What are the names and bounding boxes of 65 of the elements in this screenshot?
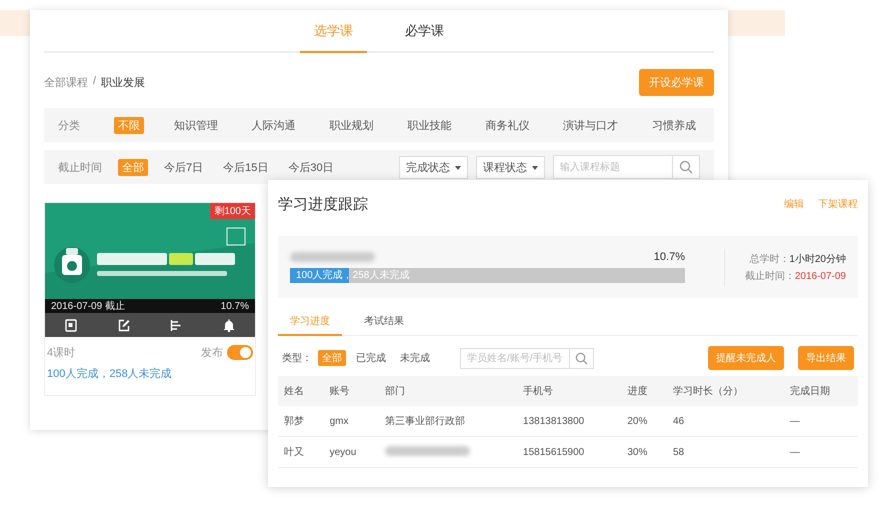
- progress-text: 10.7%: [220, 300, 249, 312]
- course-tab[interactable]: 必学课: [391, 10, 458, 53]
- column-header: 账号: [324, 376, 379, 406]
- column-header: 部门: [378, 376, 518, 406]
- deadline-option[interactable]: 今后30日: [284, 158, 338, 176]
- bell-icon[interactable]: [222, 318, 235, 332]
- status-dropdown[interactable]: 完成状态: [398, 156, 468, 178]
- column-header: 学习时长（分）: [666, 376, 784, 406]
- caret-icon: [454, 166, 461, 170]
- list-icon[interactable]: [170, 318, 182, 332]
- deadline-label: 截止时间：: [744, 270, 795, 282]
- category-option[interactable]: 演讲与口才: [559, 116, 622, 134]
- caret-icon: [532, 166, 538, 170]
- table-cell: yeyou: [324, 436, 379, 468]
- publish-toggle[interactable]: [227, 345, 253, 360]
- category-option[interactable]: 职业规划: [326, 116, 378, 134]
- table-cell: 46: [666, 406, 784, 436]
- table-cell: —: [784, 406, 858, 436]
- category-option[interactable]: 知识管理: [170, 116, 222, 134]
- type-option[interactable]: 已完成: [352, 350, 390, 366]
- table-cell: 30%: [621, 436, 667, 468]
- breadcrumb-separator: /: [93, 74, 96, 88]
- table-cell: 13813813800: [517, 406, 622, 436]
- column-header: 完成日期: [784, 376, 858, 406]
- breadcrumb-item: 职业发展: [101, 76, 146, 90]
- search-icon[interactable]: [673, 155, 700, 179]
- progress-percent: 10.7%: [654, 251, 685, 263]
- table-cell: 20%: [621, 406, 667, 436]
- days-left-badge: 剩100天: [210, 203, 255, 219]
- table-cell: 15815615900: [517, 436, 622, 468]
- table-cell: gmx: [324, 406, 379, 436]
- edit-icon[interactable]: [118, 318, 130, 332]
- type-label: 类型：: [282, 352, 312, 365]
- deadline-option[interactable]: 今后7日: [160, 158, 208, 176]
- category-option[interactable]: 职业技能: [403, 116, 456, 134]
- table-cell: 58: [666, 436, 784, 468]
- deadline-text: 2016-07-09 截止: [51, 300, 125, 313]
- total-hours-label: 总学时：: [749, 254, 790, 264]
- filter-label: 截止时间: [58, 160, 102, 174]
- column-header: 进度: [621, 376, 667, 406]
- column-header: 手机号: [517, 376, 622, 406]
- deadline-value: 2016-07-09: [794, 270, 846, 282]
- deadline-option[interactable]: 今后15日: [219, 158, 272, 176]
- table-cell: —: [784, 436, 858, 468]
- document-icon[interactable]: [65, 318, 78, 332]
- table-cell: 郭梦: [278, 406, 324, 436]
- table-cell: 第三事业部行政部: [378, 406, 518, 436]
- table-cell: 叶又: [278, 436, 324, 468]
- category-option[interactable]: 习惯养成: [648, 116, 700, 134]
- type-option[interactable]: 未完成: [396, 350, 434, 366]
- window-title: 学习进度跟踪: [278, 194, 368, 214]
- lesson-count: 4课时: [47, 346, 76, 360]
- search-field[interactable]: 输入课程标题: [553, 155, 673, 179]
- course-card[interactable]: 剩100天 2016-07-09 截止 10.7% 4课时 发布 100人完成，258人未完成: [44, 202, 256, 396]
- progress-tab[interactable]: 考试结果: [352, 308, 416, 336]
- publish-label: 发布: [201, 346, 223, 360]
- category-option[interactable]: 人际沟通: [248, 116, 300, 134]
- breadcrumb-item[interactable]: 全部课程: [44, 74, 88, 90]
- search-icon[interactable]: [570, 348, 594, 368]
- total-hours-value: 1小时20分钟: [789, 254, 846, 264]
- column-header: 姓名: [278, 376, 324, 406]
- student-search-field[interactable]: 学员姓名/账号/手机号: [460, 348, 570, 368]
- category-option[interactable]: 商务礼仪: [481, 116, 534, 134]
- filter-label: 分类: [58, 118, 80, 132]
- status-dropdown[interactable]: 课程状态: [476, 156, 545, 178]
